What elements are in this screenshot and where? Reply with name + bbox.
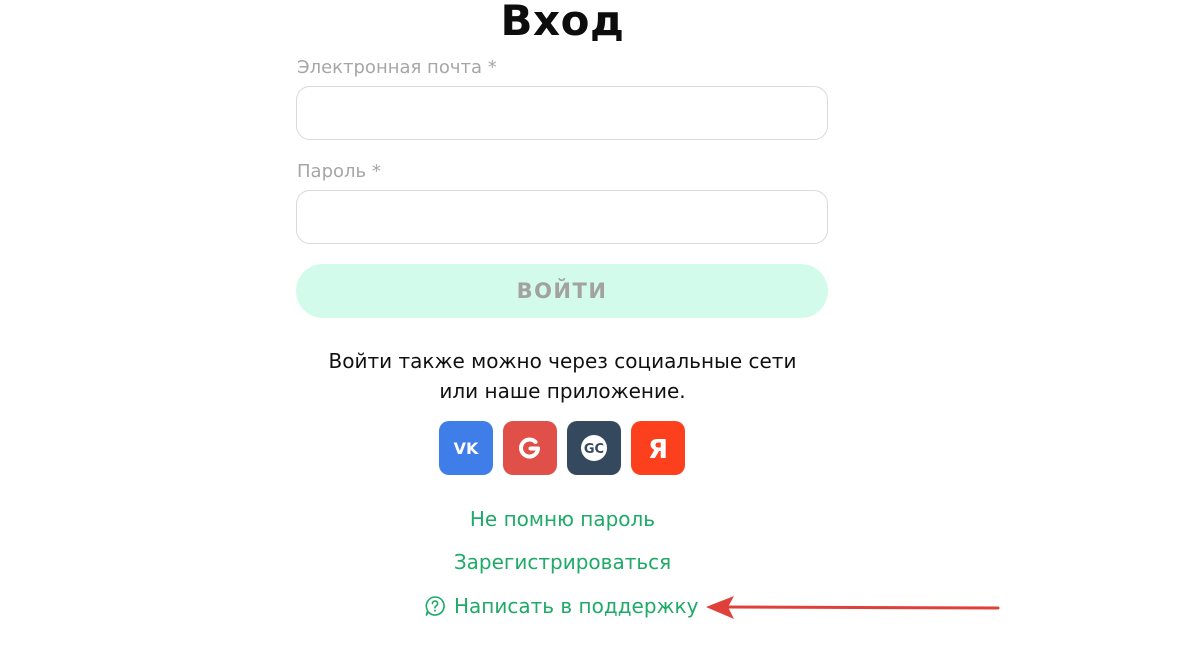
vk-icon-label: VK — [454, 439, 479, 458]
yandex-icon: Я — [648, 435, 668, 465]
forgot-password-link[interactable]: Не помню пароль — [0, 507, 1125, 531]
page-title: Вход — [500, 0, 625, 45]
social-login-text: Войти также можно через социальные сети … — [0, 346, 1125, 406]
yandex-login-button[interactable]: Я — [631, 421, 685, 475]
getcourse-login-button[interactable]: GC — [567, 421, 621, 475]
support-link-label: Написать в поддержку — [454, 594, 699, 618]
register-link[interactable]: Зарегистрироваться — [0, 550, 1125, 574]
support-link[interactable]: Написать в поддержку — [424, 594, 698, 618]
vk-icon: VK — [454, 439, 479, 458]
google-icon — [519, 437, 540, 459]
password-field[interactable] — [296, 190, 828, 244]
social-text-line-2: или наше приложение. — [439, 379, 686, 403]
email-label: Электронная почта * — [297, 57, 497, 78]
email-field[interactable] — [296, 86, 828, 140]
social-login-row: VK GC Я — [439, 421, 685, 475]
social-text-line-1: Войти также можно через социальные сети — [328, 349, 797, 373]
password-label: Пароль * — [297, 161, 381, 182]
yandex-icon-label: Я — [648, 435, 668, 465]
getcourse-icon-label: GC — [584, 442, 604, 457]
vk-login-button[interactable]: VK — [439, 421, 493, 475]
annotation-arrow — [706, 596, 1000, 619]
getcourse-icon: GC — [581, 435, 607, 461]
help-chat-icon — [425, 596, 445, 616]
google-login-button[interactable] — [503, 421, 557, 475]
login-button[interactable]: ВОЙТИ — [296, 264, 828, 318]
